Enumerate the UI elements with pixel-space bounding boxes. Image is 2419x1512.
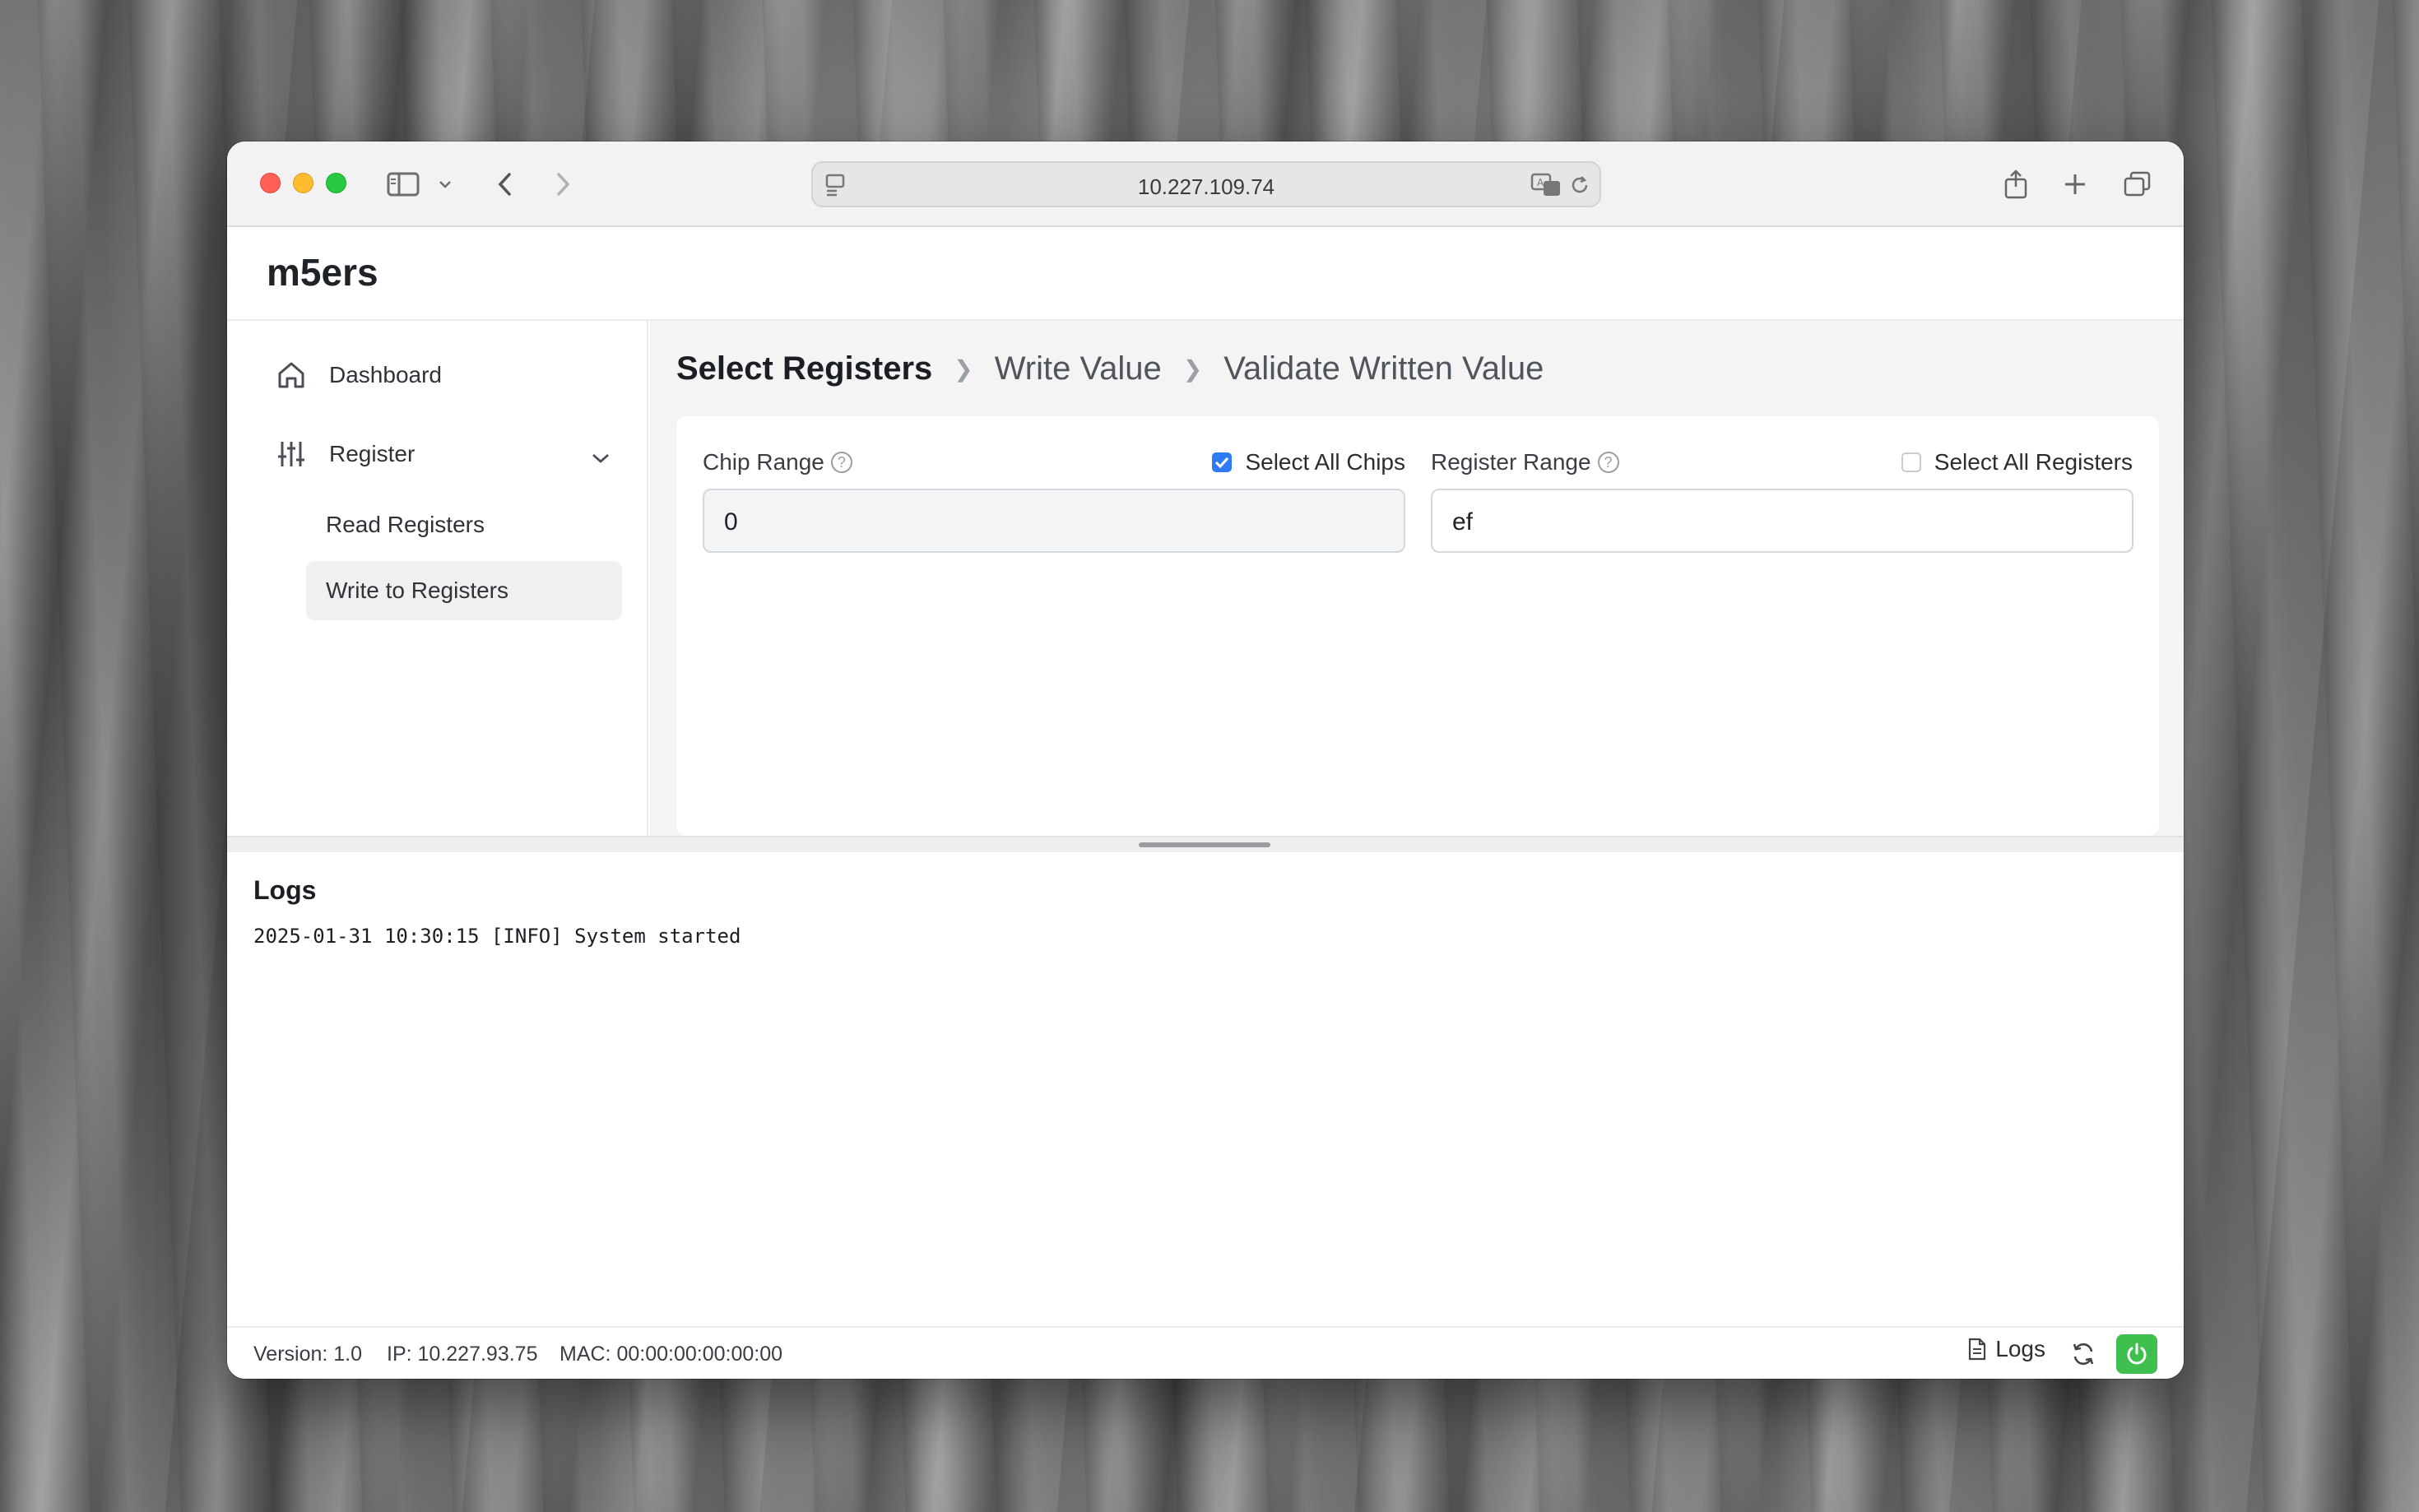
- svg-text:A: A: [1537, 177, 1544, 188]
- sidebar-item-dashboard[interactable]: Dashboard: [273, 357, 442, 393]
- version-text: Version: 1.0: [253, 1343, 363, 1366]
- sidebar-item-register[interactable]: Register: [273, 436, 611, 472]
- browser-window: 10.227.109.74 A m5ers Dashboard Register…: [227, 141, 2184, 1379]
- chip-range-label: Chip Range ?: [703, 449, 852, 475]
- chevron-right-icon: ❯: [1182, 356, 1203, 382]
- ip-text: IP: 10.227.93.75: [387, 1343, 538, 1366]
- reload-icon[interactable]: [1568, 173, 1591, 202]
- address-bar[interactable]: 10.227.109.74 A: [811, 161, 1601, 207]
- register-range-label-text: Register Range: [1431, 449, 1591, 475]
- new-tab-icon[interactable]: [2055, 165, 2095, 204]
- sidebar-item-label: Write to Registers: [326, 577, 508, 603]
- select-all-registers-label[interactable]: Select All Registers: [1934, 449, 2133, 475]
- select-all-registers-checkbox[interactable]: Select All Registers: [1901, 449, 2133, 475]
- close-window-button[interactable]: [260, 173, 281, 193]
- share-icon[interactable]: [1996, 165, 2036, 204]
- brand-logo-text[interactable]: m5ers: [267, 250, 378, 295]
- sidebar-item-label: Register: [329, 441, 416, 466]
- sidebar: Dashboard Register Read Registers Write …: [227, 321, 648, 836]
- select-all-chips-checkbox[interactable]: Select All Chips: [1212, 449, 1405, 475]
- logs-button[interactable]: Logs: [1967, 1336, 2045, 1362]
- refresh-icon[interactable]: [2068, 1339, 2098, 1369]
- step-validate-written-value[interactable]: Validate Written Value: [1223, 350, 1544, 387]
- minimize-window-button[interactable]: [293, 173, 313, 193]
- browser-toolbar: 10.227.109.74 A: [227, 141, 2184, 227]
- chip-range-label-text: Chip Range: [703, 449, 824, 475]
- maximize-window-button[interactable]: [326, 173, 346, 193]
- url-text: 10.227.109.74: [1137, 174, 1275, 199]
- mac-text: MAC: 00:00:00:00:00:00: [559, 1343, 783, 1366]
- logs-button-label: Logs: [1995, 1336, 2045, 1361]
- register-selection-card: Chip Range ? Select All Chips 0 Register…: [676, 416, 2159, 836]
- register-range-label: Register Range ?: [1431, 449, 1619, 475]
- app-header: m5ers: [227, 227, 2184, 321]
- sidebar-item-write-to-registers[interactable]: Write to Registers: [306, 561, 622, 620]
- home-icon: [273, 357, 309, 393]
- sidebar-item-read-registers[interactable]: Read Registers: [306, 495, 622, 554]
- main-content: Select Registers ❯ Write Value ❯ Validat…: [650, 321, 2184, 836]
- tab-overview-icon[interactable]: [2118, 165, 2157, 204]
- translate-icon[interactable]: A: [1530, 173, 1562, 202]
- help-icon[interactable]: ?: [1597, 452, 1619, 473]
- power-icon: [2124, 1342, 2149, 1366]
- help-icon[interactable]: ?: [830, 452, 852, 473]
- forward-arrow-icon[interactable]: [543, 165, 583, 204]
- step-write-value[interactable]: Write Value: [995, 350, 1162, 387]
- checkbox-checked-icon[interactable]: [1212, 452, 1233, 472]
- sidebar-item-label: Read Registers: [326, 512, 485, 537]
- panel-resize-bar[interactable]: [227, 836, 2184, 852]
- document-icon: [1967, 1337, 1987, 1361]
- sidebar-toggle-icon[interactable]: [383, 165, 423, 204]
- chevron-down-icon[interactable]: [591, 444, 611, 471]
- log-line: 2025-01-31 10:30:15 [INFO] System starte…: [253, 925, 741, 948]
- status-footer: Version: 1.0 IP: 10.227.93.75 MAC: 00:00…: [227, 1326, 2184, 1379]
- resize-handle[interactable]: [1139, 842, 1270, 847]
- register-range-input[interactable]: ef: [1431, 489, 2133, 553]
- sidebar-item-label: Dashboard: [329, 362, 442, 387]
- logs-title: Logs: [253, 875, 317, 905]
- checkbox-unchecked-icon[interactable]: [1901, 452, 1921, 472]
- sliders-icon: [273, 436, 309, 472]
- step-breadcrumb: Select Registers ❯ Write Value ❯ Validat…: [676, 350, 1544, 387]
- select-all-chips-label[interactable]: Select All Chips: [1245, 449, 1405, 475]
- chip-range-input[interactable]: 0: [703, 489, 1405, 553]
- chevron-right-icon: ❯: [954, 356, 973, 382]
- step-select-registers[interactable]: Select Registers: [676, 350, 932, 387]
- logs-panel: Logs 2025-01-31 10:30:15 [INFO] System s…: [227, 852, 2184, 1326]
- chevron-down-icon[interactable]: [433, 165, 457, 204]
- power-button[interactable]: [2116, 1334, 2157, 1374]
- back-arrow-icon[interactable]: [485, 165, 525, 204]
